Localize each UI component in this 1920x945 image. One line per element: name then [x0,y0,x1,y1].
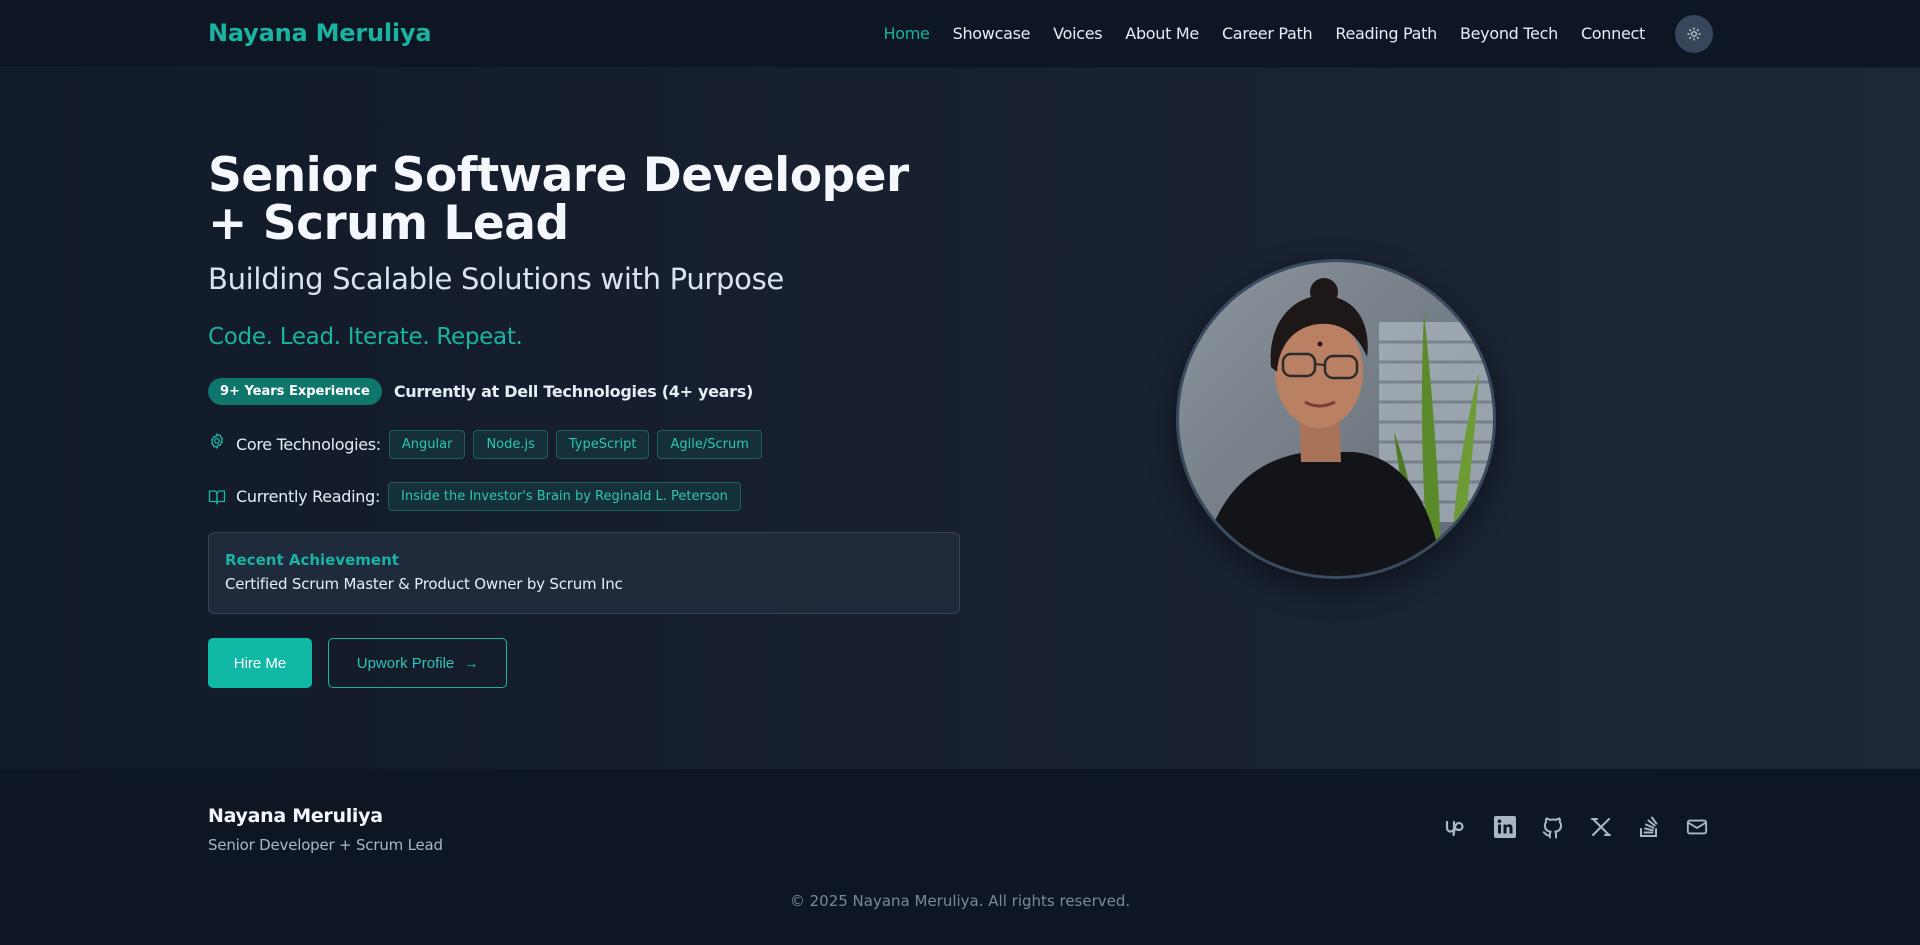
stackoverflow-icon[interactable] [1636,814,1662,840]
upwork-icon[interactable] [1444,814,1470,840]
experience-row: 9+ Years Experience Currently at Dell Te… [208,378,753,405]
mail-icon[interactable] [1684,814,1710,840]
upwork-profile-button[interactable]: Upwork Profile → [328,638,507,688]
nav-link-home[interactable]: Home [884,24,930,43]
arrow-right-icon: → [464,655,479,671]
footer-name: Nayana Meruliya [208,805,383,827]
tech-chip-agile-scrum: Agile/Scrum [657,430,762,459]
achievement-text: Certified Scrum Master & Product Owner b… [225,575,623,593]
sun-icon [1687,27,1701,41]
current-role-text: Currently at Dell Technologies (4+ years… [393,382,753,401]
tech-chip-nodejs: Node.js [473,430,548,459]
nav-link-about-me[interactable]: About Me [1125,24,1199,43]
core-technologies-label: Core Technologies: [236,435,381,454]
upwork-profile-label: Upwork Profile [356,654,455,672]
hero-tagline: Code. Lead. Iterate. Repeat. [208,324,523,350]
nav-links: Home Showcase Voices About Me Career Pat… [861,24,1646,43]
brand-logo-link[interactable]: Nayana Meruliya [208,19,432,47]
book-open-icon [208,489,226,504]
core-technologies-row: Core Technologies: Angular Node.js TypeS… [208,430,770,459]
nav-link-connect[interactable]: Connect [1581,24,1645,43]
theme-toggle-button[interactable] [1675,15,1713,53]
x-icon[interactable] [1588,814,1614,840]
social-links [1444,814,1732,840]
gear-icon [210,432,224,449]
nav-link-career-path[interactable]: Career Path [1222,24,1313,43]
linkedin-icon[interactable] [1492,814,1518,840]
github-icon[interactable] [1540,814,1566,840]
profile-photo-illustration [1179,262,1493,576]
tech-chip-angular: Angular [388,430,466,459]
nav-link-beyond-tech[interactable]: Beyond Tech [1460,24,1558,43]
site-footer: Nayana Meruliya Senior Developer + Scrum… [0,769,1920,945]
copyright-text: © 2025 Nayana Meruliya. All rights reser… [789,892,1131,910]
top-navbar: Nayana Meruliya Home Showcase Voices Abo… [0,0,1920,68]
hero-subtitle: Building Scalable Solutions with Purpose [208,262,784,296]
tech-chip-typescript: TypeScript [555,430,650,459]
recent-achievement-card: Recent Achievement Certified Scrum Maste… [208,532,960,614]
hire-me-label: Hire Me [233,654,287,672]
hire-me-button[interactable]: Hire Me [208,638,312,688]
nav-link-reading-path[interactable]: Reading Path [1335,24,1437,43]
profile-photo [1176,259,1496,579]
hero-section: Senior Software Developer + Scrum Lead B… [0,68,1920,769]
footer-role: Senior Developer + Scrum Lead [208,836,443,854]
achievement-title: Recent Achievement [225,551,399,569]
cta-buttons: Hire Me Upwork Profile → [208,638,507,688]
currently-reading-label: Currently Reading: [236,487,381,506]
experience-badge: 9+ Years Experience [208,378,382,405]
hero-title: Senior Software Developer + Scrum Lead [208,148,909,251]
reading-book-chip: Inside the Investor's Brain by Reginald … [388,482,741,511]
currently-reading-row: Currently Reading: Inside the Investor's… [208,482,749,511]
nav-link-voices[interactable]: Voices [1053,24,1102,43]
nav-link-showcase[interactable]: Showcase [953,24,1031,43]
